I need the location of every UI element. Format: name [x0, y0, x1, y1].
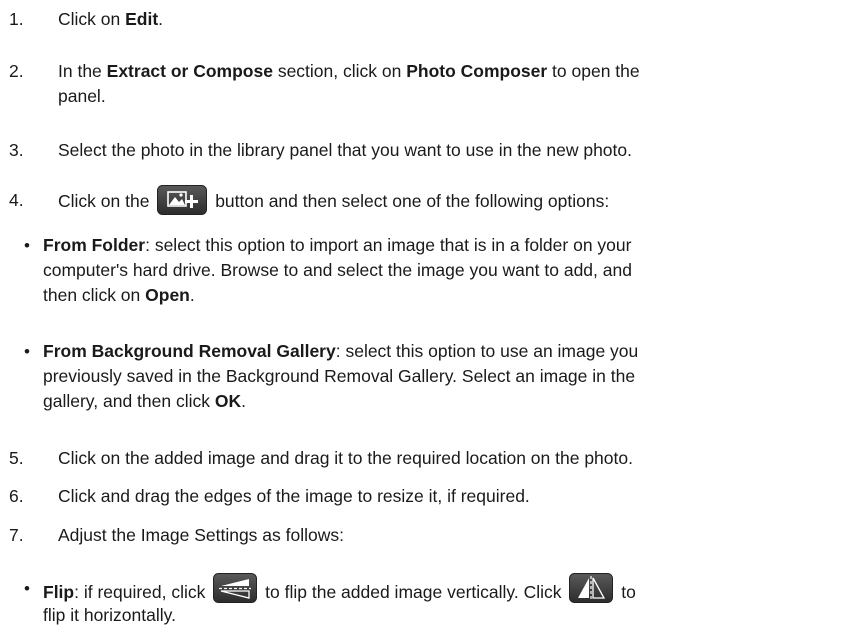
- option-label: From Background Removal Gallery: [43, 341, 336, 361]
- edit-label: Edit: [125, 9, 159, 29]
- bullet: •: [24, 236, 30, 255]
- flip-horizontal-icon: [569, 573, 614, 603]
- bullet: •: [24, 579, 30, 598]
- punctuation: .: [189, 285, 195, 305]
- panel-label: Photo Composer: [406, 61, 548, 81]
- punctuation: .: [158, 9, 164, 29]
- step-text: Click on the: [58, 191, 150, 211]
- step-text: Adjust the Image Settings as follows:: [58, 525, 344, 545]
- step-number: 7.: [9, 525, 24, 545]
- open-label: Open: [145, 285, 190, 305]
- option-text: gallery, and then click: [43, 391, 215, 411]
- step-number: 3.: [9, 140, 24, 160]
- option-text: to: [621, 582, 636, 602]
- section-label: Extract or Compose: [106, 61, 273, 81]
- option-text: computer's hard drive. Browse to and sel…: [43, 260, 632, 280]
- step-number: 6.: [9, 486, 24, 506]
- step-text: panel.: [58, 86, 106, 106]
- step-number: 4.: [9, 190, 24, 210]
- option-text: previously saved in the Background Remov…: [43, 366, 636, 386]
- option-label: From Folder: [43, 235, 146, 255]
- option-text: to flip the added image vertically. Clic…: [265, 582, 562, 602]
- step-text: Click and drag the edges of the image to…: [58, 486, 530, 506]
- step-text: to open the: [547, 61, 640, 81]
- help-document: 1. Click on Edit. 2. In the Extract or C…: [0, 0, 866, 633]
- step-text: Select the photo in the library panel th…: [58, 140, 632, 160]
- option-text: : select this option to import an image …: [145, 235, 632, 255]
- add-image-icon: [157, 185, 208, 215]
- option-text: flip it horizontally.: [43, 605, 176, 625]
- step-text: button and then select one of the follow…: [215, 191, 610, 211]
- step-text: Click on the added image and drag it to …: [58, 448, 633, 468]
- punctuation: .: [241, 391, 246, 411]
- option-text: : select this option to use an image you: [335, 341, 639, 361]
- flip-vertical-icon: [213, 573, 258, 603]
- step-text: In the: [58, 61, 107, 81]
- step-text: Click on: [58, 9, 126, 29]
- option-text: then click on: [43, 285, 146, 305]
- option-label: Flip: [43, 582, 75, 602]
- bullet: •: [24, 342, 30, 361]
- option-text: : if required, click: [74, 582, 206, 602]
- ok-label: OK: [214, 391, 242, 411]
- step-number: 1.: [9, 9, 24, 29]
- step-number: 2.: [9, 61, 24, 81]
- step-text: section, click on: [272, 61, 407, 81]
- step-number: 5.: [9, 448, 24, 468]
